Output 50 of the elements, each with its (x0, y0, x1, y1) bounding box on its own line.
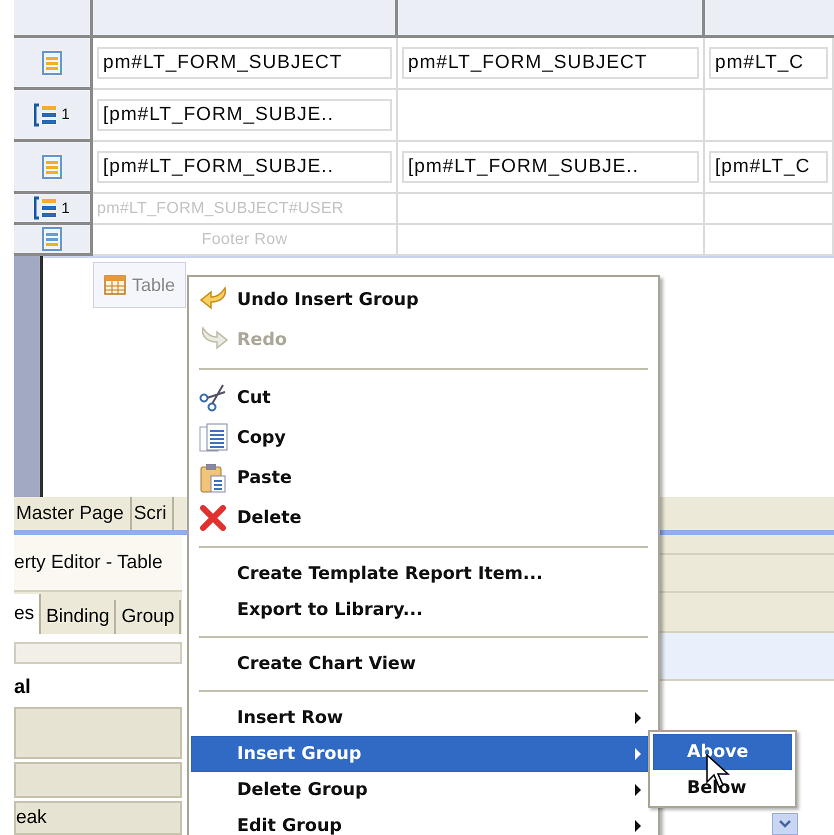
data-field[interactable]: pm#LT_C (709, 47, 828, 79)
group-number: 1 (61, 106, 70, 123)
row-icon (42, 227, 62, 251)
data-field[interactable]: pm#LT_FORM_SUBJECT (97, 47, 392, 79)
submenu-arrow-icon (634, 819, 642, 833)
row-icon (42, 154, 62, 178)
submenu-arrow-icon (634, 711, 642, 725)
data-field[interactable]: [pm#LT_FORM_SUBJE.. (402, 151, 699, 183)
row-handle[interactable] (14, 38, 93, 90)
data-field[interactable]: pm#LT_FORM_SUBJECT (402, 47, 699, 79)
menu-item[interactable]: Undo Insert Group (191, 280, 656, 320)
submenu-arrow-icon (634, 783, 642, 797)
group-icon (34, 196, 58, 220)
cell-hint: pm#LT_FORM_SUBJECT#USER (97, 200, 344, 218)
row-icon (42, 50, 62, 74)
data-field[interactable]: [pm#LT_FORM_SUBJE.. (97, 151, 392, 183)
menu-item[interactable]: Insert Row (191, 700, 656, 736)
submenu-arrow-icon (634, 747, 642, 761)
property-tab[interactable]: es (14, 594, 42, 634)
scissors-icon (199, 383, 227, 413)
menu-item[interactable]: Export to Library... (191, 592, 656, 628)
row-handle[interactable] (14, 142, 93, 194)
menu-item[interactable]: Cut (191, 378, 656, 418)
panel-title: erty Editor - Table (14, 535, 182, 592)
data-field[interactable]: [pm#LT_FORM_SUBJE.. (97, 99, 392, 131)
group-icon (34, 102, 58, 126)
chevron-down-icon (778, 819, 792, 829)
filter-field[interactable] (14, 642, 182, 664)
row-handle[interactable] (14, 225, 93, 256)
clipboard-icon (199, 463, 227, 493)
group-number: 1 (61, 200, 70, 216)
menu-item[interactable]: Copy (191, 418, 656, 458)
menu-item[interactable]: Create Chart View (191, 646, 656, 682)
menu-item[interactable]: Create Template Report Item... (191, 556, 656, 592)
cell-hint: Footer Row (202, 230, 288, 248)
delete-icon (199, 504, 227, 532)
row-handle[interactable]: 1 (14, 194, 93, 225)
menu-item[interactable]: Edit Group (191, 808, 656, 835)
editor-tab[interactable]: Scri (132, 496, 174, 530)
copy-icon (199, 423, 229, 453)
menu-item[interactable]: Paste (191, 458, 656, 498)
menu-item[interactable]: Delete Group (191, 772, 656, 808)
menu-item[interactable]: Above (653, 734, 792, 770)
row-handle[interactable]: 1 (14, 90, 93, 142)
dropdown-button[interactable] (772, 813, 798, 835)
table-icon (104, 275, 126, 295)
section-heading: al (14, 674, 32, 700)
menu-item[interactable]: Delete (191, 498, 656, 538)
data-field[interactable]: [pm#LT_C (709, 151, 828, 183)
property-button[interactable]: eak (14, 801, 182, 835)
